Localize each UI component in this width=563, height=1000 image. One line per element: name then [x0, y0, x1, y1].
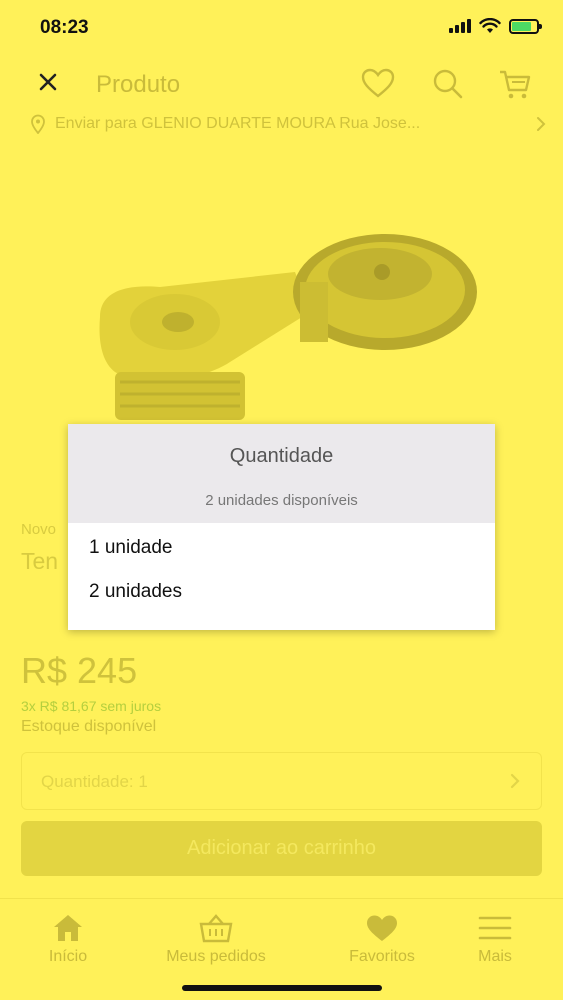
basket-icon: [199, 914, 233, 943]
tab-label: Meus pedidos: [166, 948, 266, 965]
home-icon: [54, 915, 82, 941]
heart-icon: [367, 915, 397, 941]
status-bar: 08:23: [0, 0, 563, 56]
dialog-title: Quantidade: [229, 445, 334, 467]
product-price: R$ 245: [21, 650, 138, 691]
status-time: 08:23: [40, 17, 89, 38]
favorite-heart-icon[interactable]: [360, 66, 396, 102]
installments-text: 3x R$ 81,67 sem juros: [21, 698, 162, 714]
product-title: Ten: [21, 548, 59, 574]
add-to-cart-label: Adicionar ao carrinho: [187, 837, 376, 859]
home-indicator[interactable]: [182, 985, 382, 991]
add-to-cart-button[interactable]: Adicionar ao carrinho: [21, 821, 542, 876]
dialog-options: 1 unidade 2 unidades: [68, 523, 495, 630]
quantity-dialog: Quantidade 2 unidades disponíveis 1 unid…: [68, 424, 495, 630]
option-2-unidades[interactable]: 2 unidades: [89, 581, 182, 603]
page-title: Produto: [96, 71, 181, 98]
battery-icon: [509, 18, 542, 34]
close-icon[interactable]: [32, 66, 64, 98]
stock-status: Estoque disponível: [21, 718, 157, 735]
cellular-signal-icon: [449, 19, 471, 33]
dialog-subtitle: 2 unidades disponíveis: [205, 492, 358, 509]
tab-label: Favoritos: [349, 948, 415, 965]
shipping-address-bar[interactable]: Enviar para GLENIO DUARTE MOURA Rua Jose…: [0, 112, 563, 142]
dialog-header: Quantidade 2 unidades disponíveis: [68, 424, 495, 523]
search-icon[interactable]: [430, 66, 466, 102]
tab-meus-pedidos[interactable]: Meus pedidos: [146, 913, 286, 973]
quantity-label: Quantidade: 1: [41, 772, 148, 791]
top-app-bar: Produto: [0, 56, 563, 112]
option-1-unidade[interactable]: 1 unidade: [89, 537, 172, 559]
tab-mais[interactable]: Mais: [425, 913, 563, 973]
product-screen: 08:23 Produto Enviar para GLENIO DUARTE …: [0, 0, 563, 1000]
status-icons: [449, 18, 542, 34]
cart-icon[interactable]: [497, 66, 533, 102]
chevron-right-icon: [537, 117, 546, 131]
shipping-address-text: Enviar para GLENIO DUARTE MOURA Rua Jose…: [55, 115, 421, 132]
menu-icon: [478, 916, 512, 940]
product-condition: Novo: [21, 521, 57, 538]
product-image: [99, 234, 477, 420]
tab-inicio[interactable]: Início: [0, 913, 138, 973]
tab-label: Mais: [478, 948, 512, 965]
quantity-selector[interactable]: Quantidade: 1: [21, 752, 542, 810]
tab-label: Início: [48, 948, 88, 965]
location-pin-icon: [31, 114, 45, 134]
wifi-icon: [479, 18, 501, 33]
chevron-right-icon: [510, 773, 520, 789]
